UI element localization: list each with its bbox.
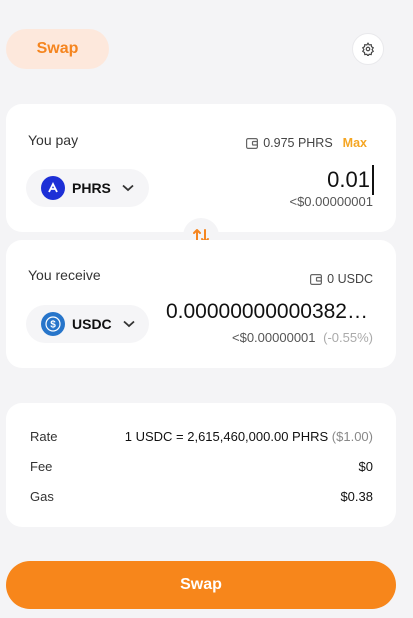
rate-label: Rate (30, 429, 58, 444)
receive-balance: 0 USDC (310, 272, 373, 286)
usdc-token-icon: $ (41, 312, 65, 336)
pay-balance: 0.975 PHRS Max (246, 136, 367, 150)
receive-amount: 0.00000000000382… (165, 300, 368, 323)
rate-text: 1 USDC = 2,615,460,000.00 PHRS (124, 429, 329, 444)
rate-row: Rate 1 USDC = 2,615,460,000.00 PHRS ($1.… (30, 429, 373, 444)
gas-row: Gas $0.38 (30, 489, 373, 504)
fee-label: Fee (30, 459, 53, 474)
pay-label: You pay (28, 132, 79, 148)
pay-balance-text: 0.975 PHRS (263, 136, 333, 150)
receive-usd-value: <$0.00000001 (-0.55%) (232, 330, 373, 345)
receive-label: You receive (28, 267, 101, 283)
wallet-icon (310, 273, 323, 285)
receive-token-select[interactable]: $ USDC (26, 305, 149, 343)
receive-token-symbol: USDC (72, 316, 112, 332)
svg-text:$: $ (50, 320, 56, 331)
gas-value: $0.38 (340, 489, 373, 504)
receive-panel: You receive 0 USDC $ USDC 0.000000000003… (6, 240, 396, 368)
swap-button[interactable]: Swap (6, 561, 396, 609)
rate-usd: ($1.00) (331, 429, 373, 444)
price-impact: (-0.55%) (323, 330, 373, 345)
chevron-down-icon (122, 184, 134, 192)
gear-icon (361, 42, 375, 56)
pay-usd-value: <$0.00000001 (289, 194, 373, 209)
pay-panel: You pay 0.975 PHRS Max PHRS <$0.00000001 (6, 104, 396, 232)
receive-usd-text: <$0.00000001 (232, 330, 316, 345)
settings-button[interactable] (352, 33, 384, 65)
chevron-down-icon (123, 320, 135, 328)
tab-swap[interactable]: Swap (6, 29, 109, 69)
swap-details-panel: Rate 1 USDC = 2,615,460,000.00 PHRS ($1.… (6, 403, 396, 527)
wallet-icon (246, 137, 259, 149)
receive-balance-text: 0 USDC (327, 272, 373, 286)
phrs-token-icon (41, 176, 65, 200)
max-button[interactable]: Max (343, 136, 367, 150)
pay-amount-input[interactable] (174, 165, 374, 195)
pay-token-select[interactable]: PHRS (26, 169, 149, 207)
fee-value: $0 (358, 459, 373, 474)
pay-token-symbol: PHRS (72, 180, 111, 196)
gas-label: Gas (30, 489, 54, 504)
fee-row: Fee $0 (30, 459, 373, 474)
rate-value: 1 USDC = 2,615,460,000.00 PHRS ($1.00) (125, 429, 373, 444)
